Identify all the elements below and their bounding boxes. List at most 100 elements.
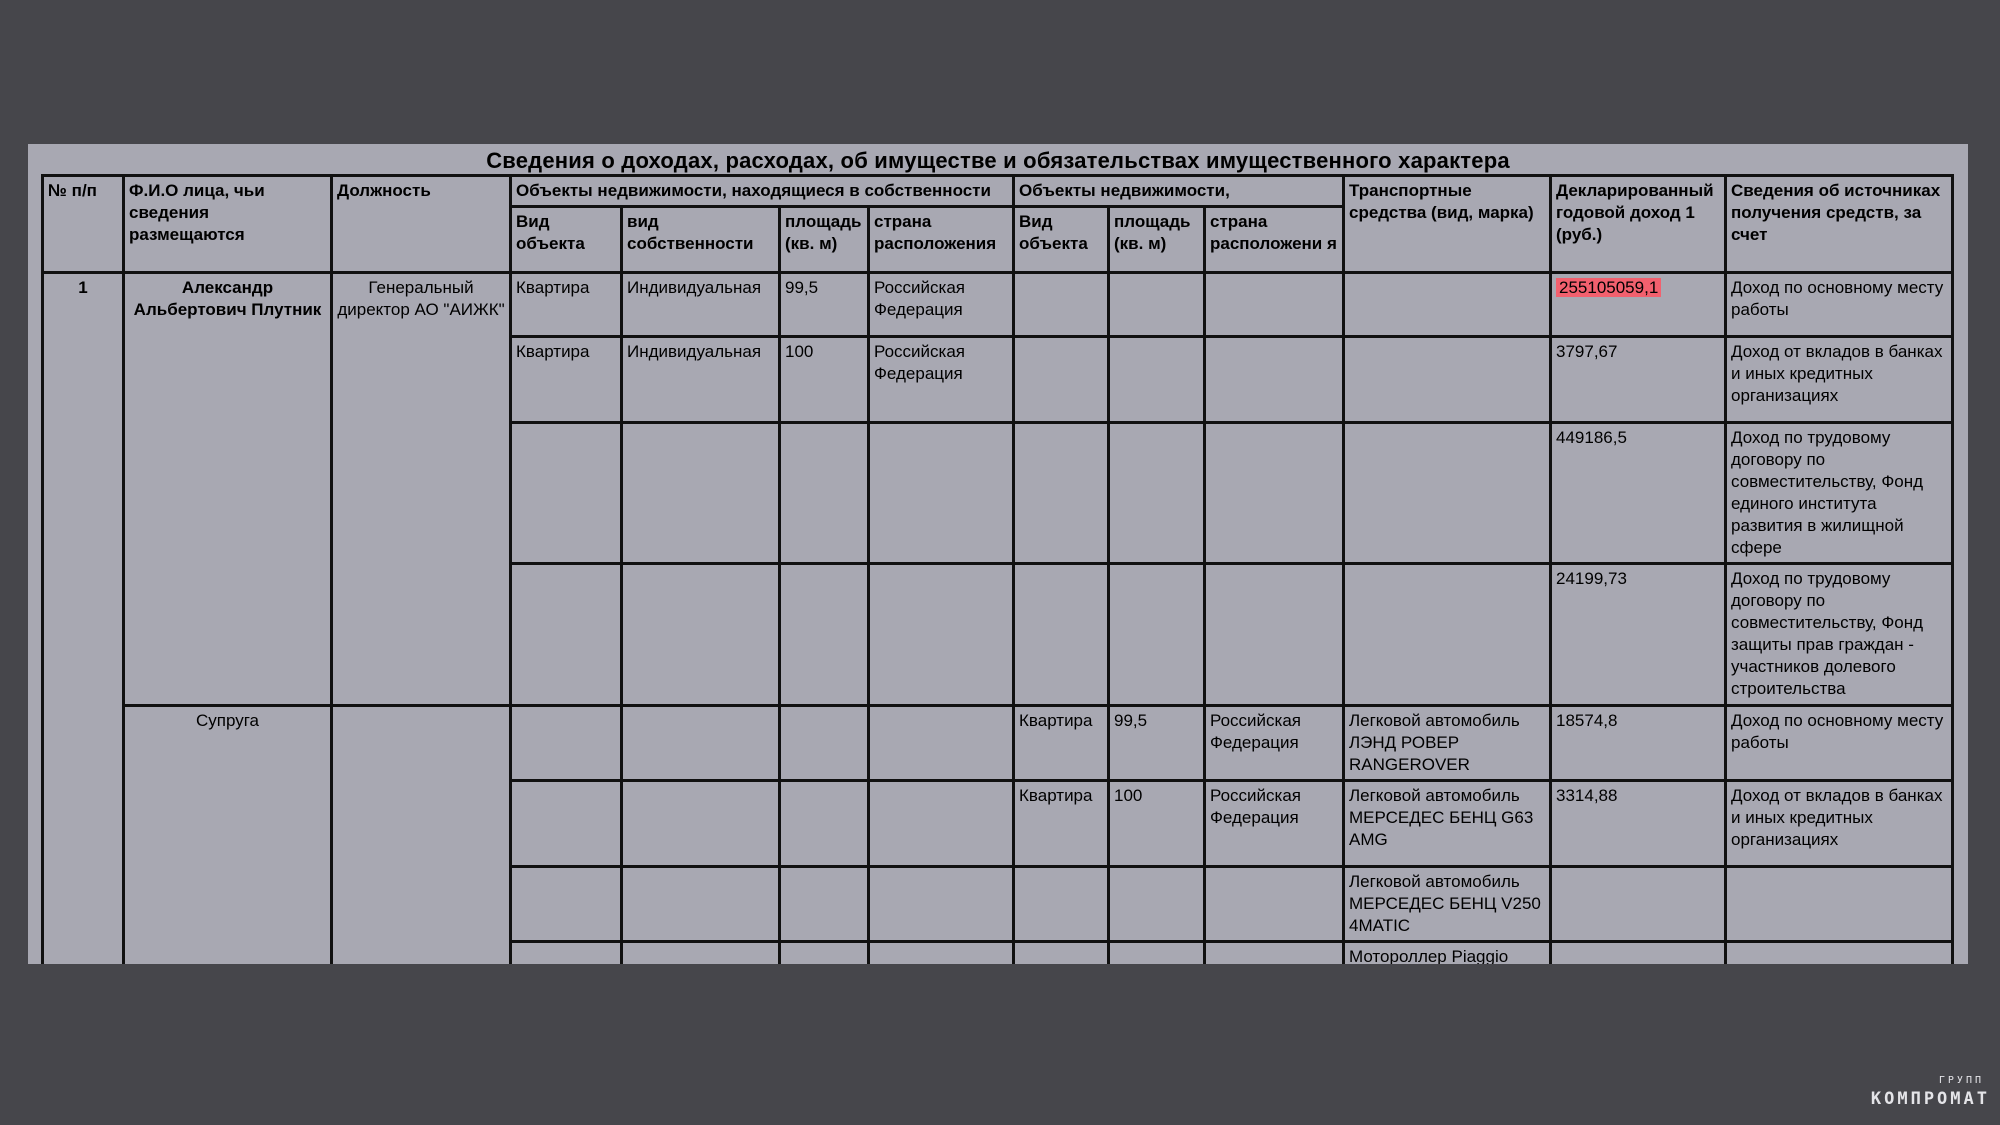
- object-type-cell: [509, 704, 623, 782]
- area-cell: 100: [778, 335, 870, 424]
- table-row: Супруга Квартира 99,5 Российская Федерац…: [43, 704, 1954, 964]
- source-cell: Доход по трудовому договору по совместит…: [1724, 562, 1954, 707]
- area-cell: [778, 865, 870, 943]
- income-cell: [1549, 865, 1727, 943]
- row-number: 1: [41, 271, 125, 964]
- object-type-2-cell: Квартира: [1012, 779, 1110, 868]
- object-type-cell: [509, 779, 623, 868]
- object-type-2-cell: [1012, 335, 1110, 424]
- ownership-cell: [620, 865, 781, 943]
- highlighted-income: 255105059,1: [1556, 278, 1662, 297]
- spouse-label: Супруга: [122, 704, 333, 964]
- income-cell: 18574,8: [1549, 704, 1727, 782]
- header-ownership-type: вид собственности: [620, 205, 781, 274]
- watermark-logo: ГРУПП КОМПРОМАТ: [1871, 1075, 1990, 1109]
- area-2-cell: 100: [1107, 779, 1206, 868]
- income-cell: 3314,88: [1549, 779, 1727, 868]
- country-2-cell: [1203, 940, 1345, 964]
- header-vehicles: Транспортные средства (вид, марка): [1342, 174, 1552, 274]
- vehicle-cell: [1342, 562, 1552, 707]
- header-name: Ф.И.О лица, чьи сведения размещаются: [122, 174, 333, 274]
- country-cell: [867, 865, 1015, 943]
- source-cell: Доход от вкладов в банках и иных кредитн…: [1724, 779, 1954, 868]
- object-type-cell: [509, 562, 623, 707]
- area-cell: [778, 562, 870, 707]
- ownership-cell: [620, 704, 781, 782]
- document-title: Сведения о доходах, расходах, об имущест…: [486, 148, 1510, 173]
- country-2-cell: [1203, 421, 1345, 565]
- country-2-cell: Российская Федерация: [1203, 704, 1345, 782]
- header-row-1: № п/п Ф.И.О лица, чьи сведения размещают…: [41, 174, 1954, 274]
- country-2-cell: [1203, 271, 1345, 338]
- area-2-cell: 99,5: [1107, 704, 1206, 782]
- source-cell: [1724, 940, 1954, 964]
- country-2-cell: [1203, 335, 1345, 424]
- area-2-cell: [1107, 335, 1206, 424]
- person-name: Александр Альбертович Плутник: [122, 271, 333, 707]
- country-cell: [867, 779, 1015, 868]
- source-cell: Доход от вкладов в банках и иных кредитн…: [1724, 335, 1954, 424]
- income-cell: 3797,67: [1549, 335, 1727, 424]
- vehicle-cell: Легковой автомобиль МЕРСЕДЕС БЕНЦ V250 4…: [1342, 865, 1552, 943]
- spouse-position-cell: [330, 704, 512, 964]
- vehicle-cell: Мотороллер Piaggio Vespa GTS Super: [1342, 940, 1552, 964]
- object-type-cell: Квартира: [509, 271, 623, 338]
- object-type-2-cell: [1012, 421, 1110, 565]
- object-type-2-cell: [1012, 562, 1110, 707]
- header-area: площадь (кв. м): [778, 205, 870, 274]
- object-type-2-cell: [1012, 865, 1110, 943]
- country-2-cell: [1203, 562, 1345, 707]
- header-object-type: Вид объекта: [509, 205, 623, 274]
- header-sources: Сведения об источниках получения средств…: [1724, 174, 1954, 274]
- vehicle-cell: [1342, 421, 1552, 565]
- vehicle-cell: Легковой автомобиль МЕРСЕДЕС БЕНЦ G63 AM…: [1342, 779, 1552, 868]
- country-2-cell: Российская Федерация: [1203, 779, 1345, 868]
- area-2-cell: [1107, 421, 1206, 565]
- area-cell: [778, 421, 870, 565]
- header-position: Должность: [330, 174, 512, 274]
- object-type-cell: [509, 865, 623, 943]
- income-cell: 24199,73: [1549, 562, 1727, 707]
- header-owned-realty: Объекты недвижимости, находящиеся в собс…: [509, 174, 1015, 208]
- table-row: 1 Александр Альбертович Плутник Генераль…: [41, 271, 1954, 964]
- person-position: Генеральный директор АО "АИЖК": [330, 271, 512, 707]
- country-cell: [867, 421, 1015, 565]
- ownership-cell: [620, 779, 781, 868]
- income-cell: 255105059,1: [1549, 271, 1727, 338]
- source-cell: Доход по трудовому договору по совместит…: [1724, 421, 1954, 565]
- area-cell: [778, 704, 870, 782]
- object-type-cell: [509, 940, 623, 964]
- area-cell: [778, 779, 870, 868]
- area-2-cell: [1107, 562, 1206, 707]
- source-cell: [1724, 865, 1954, 943]
- source-cell: Доход по основному месту работы: [1724, 704, 1954, 782]
- object-type-cell: Квартира: [509, 335, 623, 424]
- income-cell: [1549, 940, 1727, 964]
- income-cell: 449186,5: [1549, 421, 1727, 565]
- area-2-cell: [1107, 940, 1206, 964]
- header-num: № п/п: [41, 174, 125, 274]
- header-country-2: страна расположени я: [1203, 205, 1345, 274]
- header-used-realty: Объекты недвижимости,: [1012, 174, 1345, 208]
- country-2-cell: [1203, 865, 1345, 943]
- object-type-2-cell: [1012, 940, 1110, 964]
- area-cell: 99,5: [778, 271, 870, 338]
- vehicle-cell: Легковой автомобиль ЛЭНД РОВЕР RANGEROVE…: [1342, 704, 1552, 782]
- country-cell: Российская Федерация: [867, 335, 1015, 424]
- country-cell: Российская Федерация: [867, 271, 1015, 338]
- vehicle-cell: [1342, 271, 1552, 338]
- area-2-cell: [1107, 271, 1206, 338]
- object-type-cell: [509, 421, 623, 565]
- country-cell: [867, 562, 1015, 707]
- ownership-cell: Индивидуальная: [620, 335, 781, 424]
- declaration-sheet: Сведения о доходах, расходах, об имущест…: [28, 144, 1968, 964]
- ownership-cell: [620, 421, 781, 565]
- object-type-2-cell: [1012, 271, 1110, 338]
- header-area-2: площадь (кв. м): [1107, 205, 1206, 274]
- ownership-cell: [620, 562, 781, 707]
- ownership-cell: [620, 940, 781, 964]
- ownership-cell: Индивидуальная: [620, 271, 781, 338]
- header-object-type-2: Вид объекта: [1012, 205, 1110, 274]
- area-cell: [778, 940, 870, 964]
- declaration-table: № п/п Ф.И.О лица, чьи сведения размещают…: [41, 174, 1954, 964]
